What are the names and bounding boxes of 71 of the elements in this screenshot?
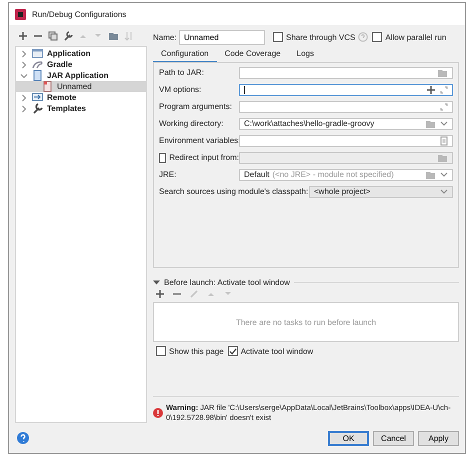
help-icon[interactable]	[17, 432, 29, 444]
tree-item[interactable]: JAR Application	[16, 70, 146, 81]
checkbox[interactable]	[159, 152, 166, 162]
dropdown[interactable]: <whole project>	[309, 186, 453, 198]
jar-icon	[32, 70, 43, 81]
collapse-arrow-icon[interactable]	[153, 278, 160, 286]
expand-icon[interactable]	[440, 102, 448, 110]
checkbox-label[interactable]: Redirect input from:	[169, 153, 239, 162]
input-field[interactable]	[239, 66, 453, 78]
remote-icon	[32, 92, 43, 103]
field-label: Environment variables:	[159, 136, 239, 145]
document-icon[interactable]	[440, 136, 448, 146]
field-label: VM options:	[159, 85, 202, 94]
tree-item[interactable]: Unnamed	[16, 81, 146, 92]
field-label: JRE:	[159, 170, 178, 179]
field-label: Path to JAR:	[159, 68, 205, 77]
input-field[interactable]: Default (<no JRE> - module not specified)	[239, 168, 453, 180]
folder-icon[interactable]	[425, 170, 436, 180]
name-label: Name:	[153, 32, 175, 42]
section-title: Before launch: Activate tool window	[164, 278, 290, 286]
field-label: Search sources using module's classpath:	[159, 187, 309, 196]
folder-icon[interactable]	[108, 31, 119, 41]
input-field[interactable]	[239, 134, 453, 146]
field-hint: (<no JRE> - module not specified)	[272, 170, 394, 179]
checkbox-label[interactable]: Share through VCS	[286, 32, 356, 42]
empty-message: There are no tasks to run before launch	[236, 318, 376, 326]
input-field[interactable]	[239, 152, 453, 164]
tab[interactable]: Logs	[288, 47, 322, 63]
error-icon	[153, 408, 163, 418]
tree-item[interactable]: Templates	[16, 103, 146, 114]
application-icon	[32, 48, 43, 59]
gradle-icon	[32, 59, 43, 70]
checkbox[interactable]	[273, 32, 283, 42]
wrench-icon	[32, 103, 43, 114]
wrench-icon[interactable]	[63, 31, 73, 41]
caret-icon[interactable]	[440, 188, 448, 194]
tab[interactable]: Configuration	[153, 47, 217, 63]
field-value: C:\work\attaches\hello-gradle-groovy	[244, 119, 374, 128]
jar-file-icon	[42, 81, 53, 92]
dialog-button[interactable]: Apply	[418, 430, 459, 446]
checkbox[interactable]	[372, 32, 382, 42]
checkbox[interactable]	[228, 346, 238, 356]
name-field[interactable]: Unnamed	[179, 30, 265, 44]
input-field[interactable]	[239, 100, 453, 112]
plus-icon[interactable]	[18, 31, 28, 41]
expand-icon[interactable]	[440, 86, 448, 94]
copy-icon[interactable]	[48, 31, 58, 41]
folder-icon[interactable]	[425, 118, 436, 128]
tree-item[interactable]: Application	[16, 48, 146, 59]
caret-icon[interactable]	[440, 172, 448, 178]
app-logo-icon	[15, 8, 26, 20]
caret-icon[interactable]	[440, 120, 448, 126]
dialog-button[interactable]: Cancel	[373, 430, 414, 446]
field-label: Program arguments:	[159, 102, 233, 111]
checkbox-label[interactable]: Activate tool window	[240, 346, 314, 356]
tab[interactable]: Code Coverage	[216, 47, 289, 63]
field-value: Default	[244, 170, 270, 179]
dialog-button[interactable]: OK	[328, 430, 369, 446]
plus-icon[interactable]	[426, 84, 436, 94]
field-value: <whole project>	[314, 187, 370, 196]
folder-icon[interactable]	[437, 68, 448, 78]
tree-item[interactable]: Remote	[16, 92, 146, 103]
plus-icon[interactable]	[155, 289, 165, 299]
tree-item[interactable]: Gradle	[16, 59, 146, 70]
input-field[interactable]	[239, 84, 453, 96]
input-field[interactable]: C:\work\attaches\hello-gradle-groovy	[239, 118, 453, 130]
window-title: Run/Debug Configurations	[32, 10, 126, 18]
field-label: Working directory:	[159, 119, 224, 128]
checkbox-label[interactable]: Show this page	[169, 346, 224, 356]
checkbox-label[interactable]: Allow parallel run	[385, 32, 446, 42]
checkbox[interactable]	[156, 346, 166, 356]
